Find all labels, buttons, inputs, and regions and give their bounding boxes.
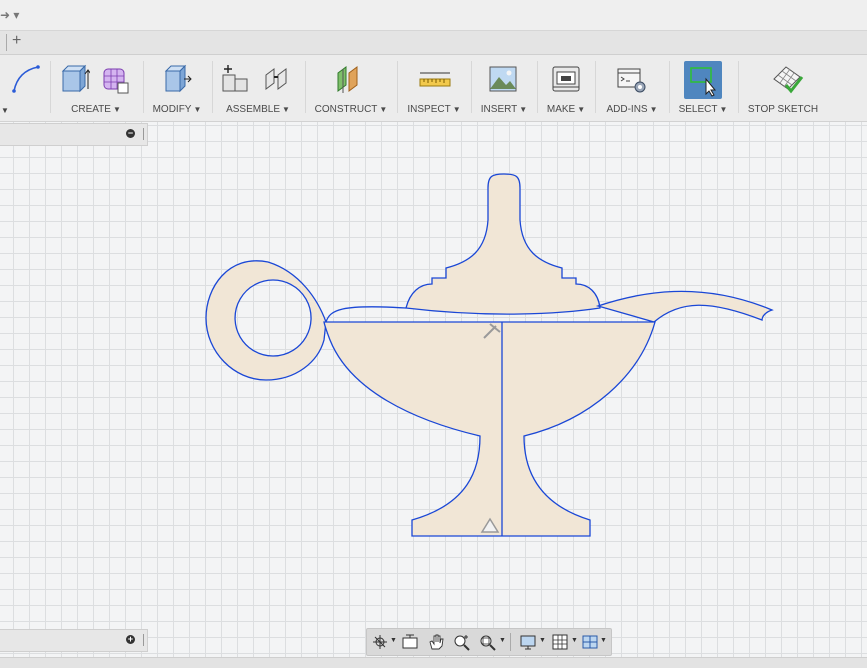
inspect-menu[interactable]: INSPECT ▼ [402, 104, 466, 115]
make-group[interactable]: MAKE ▼ [542, 55, 590, 121]
modify-group[interactable]: MODIFY ▼ [148, 55, 206, 121]
insert-image-icon[interactable] [488, 63, 518, 95]
expand-toggle-icon[interactable]: + [126, 635, 135, 644]
caret-icon: ▼ [519, 105, 528, 114]
divider [595, 61, 596, 113]
divider [537, 61, 538, 113]
look-at-icon[interactable] [401, 633, 419, 651]
sketch-canvas[interactable] [0, 122, 867, 657]
handle-profile [205, 260, 327, 381]
grid-caret[interactable]: ▼ [571, 637, 578, 644]
make-label: MAKE [546, 104, 576, 115]
rim-connection-line [325, 306, 407, 323]
assemble-label: ASSEMBLE [226, 104, 280, 115]
divider [212, 61, 213, 113]
orbit-icon[interactable] [371, 633, 389, 651]
form-icon[interactable] [100, 63, 130, 95]
caret-icon: ▼ [112, 105, 121, 114]
assemble-menu[interactable]: ASSEMBLE ▼ [216, 104, 300, 115]
modify-label: MODIFY [152, 104, 192, 115]
select-icon[interactable] [688, 65, 718, 97]
lamp-sketch[interactable] [0, 122, 867, 657]
spout-profile [595, 290, 774, 323]
collapse-toggle-icon[interactable]: − [126, 129, 135, 138]
create-label: CREATE [71, 104, 111, 115]
divider [669, 61, 670, 113]
scripts-icon[interactable] [616, 63, 646, 95]
select-menu[interactable]: SELECT ▼ [674, 104, 732, 115]
select-group[interactable]: SELECT ▼ [674, 55, 732, 121]
stop-sketch-group[interactable]: STOP SKETCH [742, 55, 824, 121]
comments-panel[interactable]: + [0, 629, 148, 652]
construct-menu[interactable]: CONSTRUCT ▼ [310, 104, 392, 115]
caret-icon: ▼ [577, 105, 586, 114]
caret-icon: ▼ [452, 105, 461, 114]
caret-icon: ▼ [379, 105, 388, 114]
construct-group[interactable]: CONSTRUCT ▼ [310, 55, 392, 121]
pan-icon[interactable] [427, 633, 445, 651]
measure-icon[interactable] [418, 63, 452, 95]
viewports-caret[interactable]: ▼ [600, 637, 607, 644]
panel-grip[interactable] [143, 634, 144, 646]
divider [50, 61, 51, 113]
lid-profile [405, 173, 601, 315]
create-group[interactable]: CREATE ▼ [54, 55, 138, 121]
caret-icon: ▼ [193, 105, 202, 114]
fit-caret[interactable]: ▼ [499, 637, 506, 644]
inspect-group[interactable]: INSPECT ▼ [402, 55, 466, 121]
construct-label: CONSTRUCT [314, 104, 378, 115]
title-bar: ➜ ▾ [0, 0, 867, 31]
new-tab-button[interactable]: + [12, 32, 21, 50]
tab-divider [6, 34, 7, 51]
plane-icon[interactable] [335, 63, 369, 95]
divider [305, 61, 306, 113]
caret-icon: ▼ [649, 105, 658, 114]
new-component-icon[interactable] [220, 63, 250, 95]
insert-menu[interactable]: INSERT ▼ [476, 104, 532, 115]
sketch-caret[interactable]: ▼ [1, 106, 9, 115]
zoom-icon[interactable] [453, 633, 471, 651]
caret-icon: ▼ [719, 105, 728, 114]
navigation-bar: ▼ ▼ ▼ ▼ ▼ [366, 628, 612, 656]
addins-menu[interactable]: ADD-INS ▼ [600, 104, 664, 115]
stop-sketch-button[interactable]: STOP SKETCH [742, 104, 824, 115]
addins-label: ADD-INS [606, 104, 648, 115]
divider [143, 61, 144, 113]
divider [397, 61, 398, 113]
make-menu[interactable]: MAKE ▼ [542, 104, 590, 115]
document-tab-bar: + [0, 31, 867, 55]
press-pull-icon[interactable] [162, 63, 192, 95]
addins-group[interactable]: ADD-INS ▼ [600, 55, 664, 121]
fit-icon[interactable] [479, 633, 497, 651]
insert-label: INSERT [480, 104, 518, 115]
redo-icon[interactable]: ➜ ▾ [0, 8, 19, 22]
modify-menu[interactable]: MODIFY ▼ [148, 104, 206, 115]
bowl-profile [323, 321, 656, 537]
display-icon[interactable] [519, 633, 537, 651]
print-icon[interactable] [551, 63, 581, 95]
caret-icon: ▼ [282, 105, 290, 114]
display-caret[interactable]: ▼ [539, 637, 546, 644]
panel-grip[interactable] [143, 128, 144, 140]
stop-sketch-icon[interactable] [770, 63, 804, 95]
select-label: SELECT [678, 104, 718, 115]
create-menu[interactable]: CREATE ▼ [54, 104, 138, 115]
extrude-icon[interactable] [60, 63, 90, 95]
sketch-group[interactable]: ▼ [0, 55, 48, 121]
assemble-group[interactable]: ASSEMBLE ▼ [216, 55, 300, 121]
divider [738, 61, 739, 113]
orbit-caret[interactable]: ▼ [390, 637, 397, 644]
divider [510, 633, 511, 651]
joint-icon[interactable] [262, 63, 292, 95]
ribbon-toolbar: ▼ CREATE ▼ MODIFY ▼ ASSEMBLE ▼ CONSTRUCT… [0, 55, 867, 122]
inspect-label: INSPECT [407, 104, 451, 115]
divider [471, 61, 472, 113]
browser-panel[interactable]: − [0, 123, 148, 146]
sketch-arc-icon[interactable] [10, 63, 44, 95]
viewports-icon[interactable] [581, 633, 599, 651]
status-strip [0, 657, 867, 668]
grid-icon[interactable] [551, 633, 569, 651]
insert-group[interactable]: INSERT ▼ [476, 55, 532, 121]
